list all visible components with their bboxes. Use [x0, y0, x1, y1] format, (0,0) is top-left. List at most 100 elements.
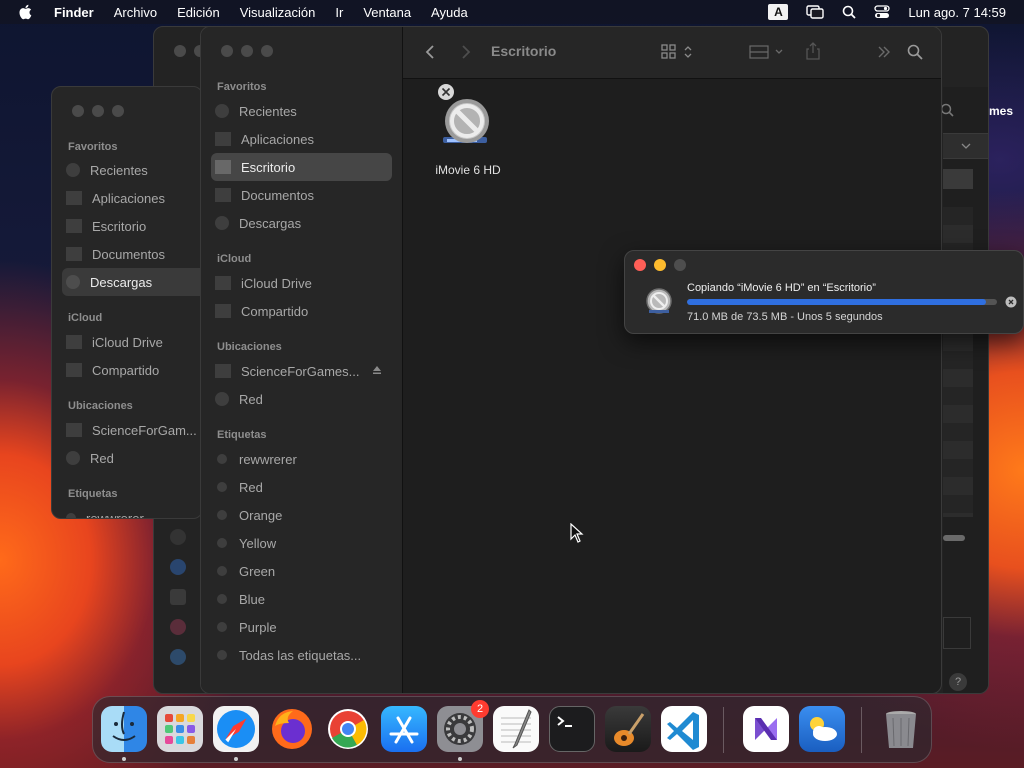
sidebar-item-tag-red[interactable]: Red: [211, 473, 392, 501]
menu-finder[interactable]: Finder: [54, 5, 94, 20]
apple-icon[interactable]: [16, 2, 36, 22]
sidebar-item-aplicaciones[interactable]: Aplicaciones: [211, 125, 392, 153]
input-source-indicator[interactable]: A: [768, 4, 789, 20]
trash-icon[interactable]: [878, 706, 924, 752]
finder-window-main[interactable]: Favoritos Recientes Aplicaciones Escrito…: [200, 26, 942, 694]
sidebar-item-aplicaciones[interactable]: Aplicaciones: [62, 184, 202, 212]
forward-arrow-icon[interactable]: [461, 44, 471, 60]
sidebar-item-escritorio[interactable]: Escritorio: [211, 153, 392, 181]
chevron-down-icon[interactable]: [961, 143, 971, 149]
sidebar-item-icloud-drive[interactable]: iCloud Drive: [62, 328, 202, 356]
minimize-button[interactable]: [654, 259, 666, 271]
launchpad-icon[interactable]: [157, 706, 203, 752]
vscode-icon[interactable]: [661, 706, 707, 752]
eject-icon[interactable]: [372, 365, 382, 375]
sidebar-item-compartido[interactable]: Compartido: [211, 297, 392, 325]
tag-icon: [217, 622, 227, 632]
menu-archivo[interactable]: Archivo: [114, 5, 157, 20]
sidebar-item-escritorio[interactable]: Escritorio: [62, 212, 202, 240]
running-indicator: [458, 757, 462, 761]
zoom-button[interactable]: [261, 45, 273, 57]
close-button[interactable]: [221, 45, 233, 57]
minimize-button[interactable]: [92, 105, 104, 117]
copy-status-text: 71.0 MB de 73.5 MB - Unos 5 segundos: [687, 311, 883, 323]
finder-icon[interactable]: [101, 706, 147, 752]
notification-badge: 2: [471, 700, 489, 718]
garageband-icon[interactable]: [605, 706, 651, 752]
menu-visualizacion[interactable]: Visualización: [240, 5, 316, 20]
textedit-icon[interactable]: [493, 706, 539, 752]
mouse-pointer-icon: [570, 523, 584, 543]
scrollbar[interactable]: [943, 535, 965, 541]
control-center-icon[interactable]: [874, 5, 891, 19]
sidebar-item-tag-rewwrerer[interactable]: rewwrerer: [62, 504, 202, 518]
menu-ventana[interactable]: Ventana: [363, 5, 411, 20]
sidebar-item-tag-blue[interactable]: Blue: [211, 585, 392, 613]
window-title: Escritorio: [491, 43, 557, 59]
zoom-button[interactable]: [112, 105, 124, 117]
cancel-copy-icon[interactable]: [437, 83, 455, 101]
back-arrow-icon[interactable]: [425, 44, 435, 60]
sidebar-item-scienceforgames[interactable]: ScienceForGam...: [62, 416, 202, 444]
icon-view-grid-icon[interactable]: [661, 44, 695, 60]
tag-icon: [217, 454, 227, 464]
sidebar-item-compartido[interactable]: Compartido: [62, 356, 202, 384]
desktop-icon: [66, 219, 82, 233]
menu-ayuda[interactable]: Ayuda: [431, 5, 468, 20]
sidebar-item-documentos[interactable]: Documentos: [211, 181, 392, 209]
chrome-icon[interactable]: [325, 706, 371, 752]
terminal-icon[interactable]: [549, 706, 595, 752]
close-button[interactable]: [72, 105, 84, 117]
window-controls: [72, 105, 132, 117]
menubar-clock[interactable]: Lun ago. 7 14:59: [908, 5, 1006, 20]
firefox-icon[interactable]: [269, 706, 315, 752]
background-window-content: ?: [943, 87, 988, 693]
sidebar-item-recientes[interactable]: Recientes: [62, 156, 202, 184]
window-controls: [221, 45, 281, 57]
tag-icon: [217, 566, 227, 576]
minimize-button[interactable]: [241, 45, 253, 57]
sidebar-item-descargas[interactable]: Descargas: [62, 268, 202, 296]
visual-studio-icon[interactable]: [743, 706, 789, 752]
system-settings-icon[interactable]: 2: [437, 700, 489, 752]
menu-edicion[interactable]: Edición: [177, 5, 220, 20]
sidebar-item-tag-orange[interactable]: Orange: [211, 501, 392, 529]
group-by-icon[interactable]: [749, 44, 785, 60]
search-icon[interactable]: [907, 44, 923, 60]
sidebar-section-ubicaciones: Ubicaciones: [217, 341, 282, 353]
copy-progress-window[interactable]: Copiando “iMovie 6 HD” en “Escritorio” 7…: [624, 250, 1024, 334]
close-button[interactable]: [634, 259, 646, 271]
sidebar-item-red[interactable]: Red: [211, 385, 392, 413]
sidebar-item-red[interactable]: Red: [62, 444, 202, 472]
spotlight-search-icon[interactable]: [842, 5, 857, 19]
help-button[interactable]: ?: [949, 673, 967, 691]
close-button[interactable]: [174, 45, 186, 57]
applications-icon: [66, 191, 82, 205]
safari-icon[interactable]: [213, 706, 259, 752]
sidebar-item-scienceforgames[interactable]: ScienceForGames...: [211, 357, 392, 385]
share-icon[interactable]: [805, 41, 821, 61]
tag-icon: [217, 538, 227, 548]
copy-progress-fill: [687, 299, 987, 305]
sidebar-section-favoritos: Favoritos: [68, 141, 118, 153]
more-toolbar-chevron-icon[interactable]: [877, 45, 891, 59]
zoom-button[interactable]: [674, 259, 686, 271]
sidebar-item-all-tags[interactable]: Todas las etiquetas...: [211, 641, 392, 669]
search-icon[interactable]: [940, 103, 954, 117]
weather-icon[interactable]: [799, 706, 845, 752]
app-store-icon[interactable]: [381, 706, 427, 752]
sidebar-item-tag-purple[interactable]: Purple: [211, 613, 392, 641]
screen-mirroring-icon[interactable]: [806, 5, 825, 19]
clock-icon: [215, 104, 229, 118]
sidebar-item-tag-rewwrerer[interactable]: rewwrerer: [211, 445, 392, 473]
menu-ir[interactable]: Ir: [335, 5, 343, 20]
sidebar-item-tag-yellow[interactable]: Yellow: [211, 529, 392, 557]
sidebar-item-tag-green[interactable]: Green: [211, 557, 392, 585]
stop-copy-icon[interactable]: [1005, 296, 1017, 308]
sidebar-item-documentos[interactable]: Documentos: [62, 240, 202, 268]
sidebar-item-recientes[interactable]: Recientes: [211, 97, 392, 125]
sidebar-item-icloud-drive[interactable]: iCloud Drive: [211, 269, 392, 297]
finder-window-secondary[interactable]: Favoritos Recientes Aplicaciones Escrito…: [51, 86, 203, 519]
sidebar-section-favoritos: Favoritos: [217, 81, 267, 93]
sidebar-item-descargas[interactable]: Descargas: [211, 209, 392, 237]
